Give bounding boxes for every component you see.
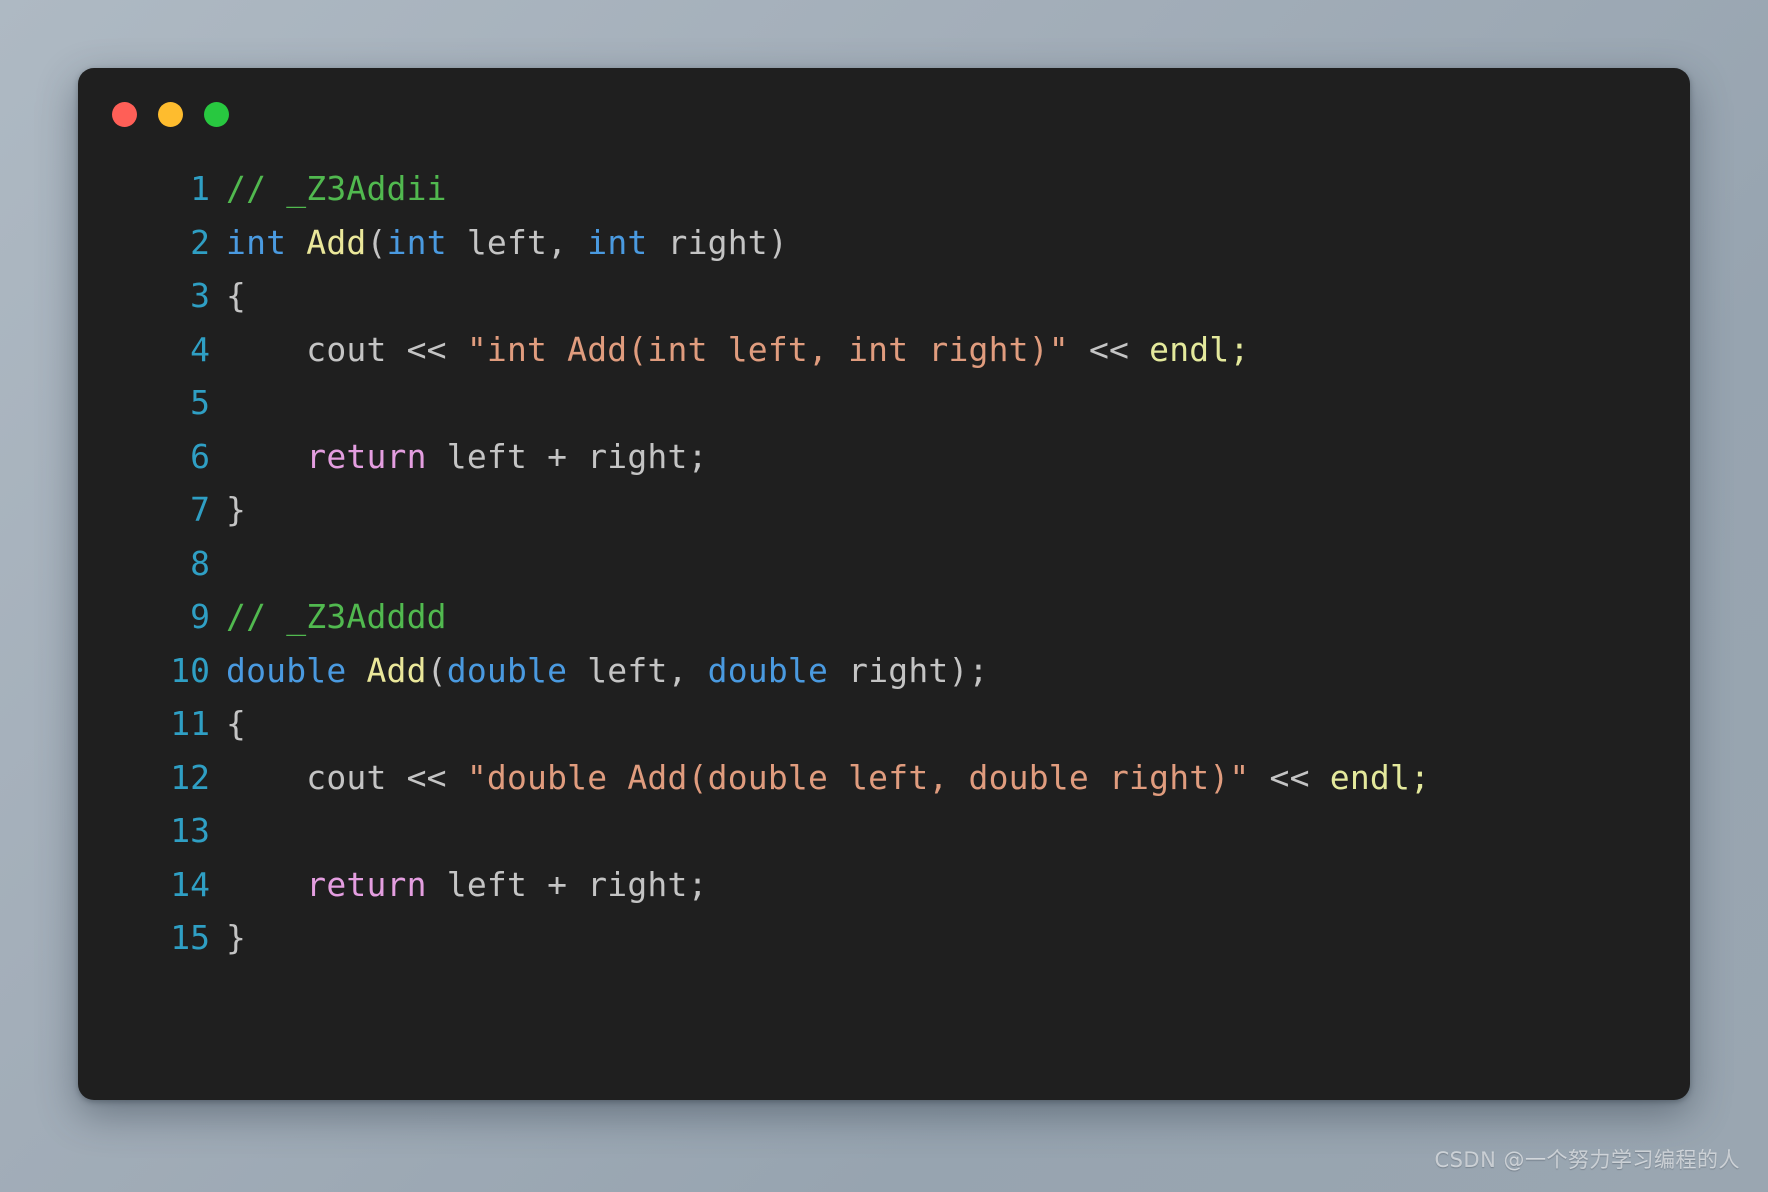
line-content: return left + right; xyxy=(226,858,708,912)
code-token: endl xyxy=(1329,757,1411,797)
code-line[interactable]: 3{ xyxy=(78,269,1690,323)
code-line[interactable]: 1 // _Z3Addii xyxy=(78,162,1690,216)
line-number: 14 xyxy=(170,864,210,904)
line-content: } xyxy=(226,911,246,965)
line-number: 12 xyxy=(170,757,210,797)
code-token: { xyxy=(226,704,247,743)
line-number: 10 xyxy=(170,650,210,690)
line-number: 1 xyxy=(190,169,210,208)
code-line[interactable]: 11 { xyxy=(78,697,1690,751)
line-number: 4 xyxy=(190,329,210,369)
code-token: ; xyxy=(1410,757,1431,797)
line-number: 6 xyxy=(190,436,210,476)
code-token: Add xyxy=(306,222,367,262)
code-token: "double Add(double left, double right)" xyxy=(466,757,1250,797)
code-line[interactable]: 5 xyxy=(78,376,1690,430)
code-token: << xyxy=(1088,329,1130,369)
code-window: 1// _Z3Addii 2 int Add(int left, int right… xyxy=(78,68,1690,1100)
code-token: return xyxy=(306,864,427,904)
code-token: double xyxy=(226,650,347,690)
code-line[interactable]: 13 xyxy=(78,804,1690,858)
code-line[interactable]: 2 int Add(int left, int right) xyxy=(78,216,1690,270)
code-token: { xyxy=(226,276,247,315)
code-token: double xyxy=(446,650,568,690)
code-token: // _Z3Addii xyxy=(226,169,447,208)
code-token: cout xyxy=(226,329,407,369)
line-content: cout << "double Add(double left, double … xyxy=(226,751,1430,805)
line-number: 9 xyxy=(190,597,210,636)
line-content: // _Z3Addii xyxy=(226,162,447,216)
line-content: } xyxy=(226,483,246,537)
code-token: left + right; xyxy=(426,864,708,904)
code-token: } xyxy=(226,918,247,957)
code-token: << xyxy=(406,329,447,369)
code-token: int xyxy=(587,222,648,262)
code-token: // _Z3Adddd xyxy=(226,597,447,636)
line-content: { xyxy=(226,269,246,323)
line-number: 8 xyxy=(190,543,210,583)
code-line[interactable]: 15} xyxy=(78,911,1690,965)
code-token: left, xyxy=(567,650,708,690)
code-editor[interactable]: 1// _Z3Addii 2 int Add(int left, int right… xyxy=(78,162,1690,965)
code-token: ( xyxy=(366,222,387,262)
line-number: 5 xyxy=(190,383,210,422)
code-token: << xyxy=(1269,757,1310,797)
code-token: left, xyxy=(446,222,588,262)
code-token: return xyxy=(306,436,427,476)
code-token: double xyxy=(707,650,829,690)
code-token: ( xyxy=(426,650,447,690)
code-token: endl xyxy=(1149,329,1230,369)
line-number: 3 xyxy=(190,276,210,315)
code-token: left + right; xyxy=(426,436,708,476)
code-token: cout xyxy=(226,757,407,797)
code-line[interactable]: 6 return left + right; xyxy=(78,430,1690,484)
watermark: CSDN @一个努力学习编程的人 xyxy=(1434,1148,1740,1172)
code-token: ; xyxy=(1229,329,1250,369)
line-content: // _Z3Adddd xyxy=(226,590,447,644)
line-content: { xyxy=(226,697,246,751)
page-root: 1// _Z3Addii 2 int Add(int left, int right… xyxy=(0,0,1768,1192)
line-number: 15 xyxy=(170,918,210,957)
line-number: 11 xyxy=(170,704,210,743)
maximize-window-icon[interactable] xyxy=(204,102,229,127)
line-content: cout << "int Add(int left, int right)" <… xyxy=(226,323,1250,377)
code-line[interactable]: 12 cout << "double Add(double left, doub… xyxy=(78,751,1690,805)
code-line[interactable]: 7} xyxy=(78,483,1690,537)
minimize-window-icon[interactable] xyxy=(158,102,183,127)
code-token: int xyxy=(226,222,287,262)
line-number: 2 xyxy=(190,222,210,262)
code-line[interactable]: 4 cout << "int Add(int left, int right)"… xyxy=(78,323,1690,377)
code-token: right); xyxy=(828,650,989,690)
code-token: "int Add(int left, int right)" xyxy=(466,329,1069,369)
close-window-icon[interactable] xyxy=(112,102,137,127)
line-number: 7 xyxy=(190,490,210,529)
code-token: Add xyxy=(366,650,427,690)
line-content: int Add(int left, int right) xyxy=(226,216,788,270)
code-token: << xyxy=(406,757,447,797)
line-content: return left + right; xyxy=(226,430,708,484)
code-line[interactable]: 14 return left + right; xyxy=(78,858,1690,912)
code-token: right) xyxy=(647,222,788,262)
code-token: int xyxy=(386,222,447,262)
code-line[interactable]: 8 xyxy=(78,537,1690,591)
code-line[interactable]: 10 double Add(double left, double right); xyxy=(78,644,1690,698)
window-titlebar xyxy=(112,102,229,127)
code-token: } xyxy=(226,490,247,529)
line-number: 13 xyxy=(170,811,210,850)
line-content: double Add(double left, double right); xyxy=(226,644,989,698)
code-line[interactable]: 9 // _Z3Adddd xyxy=(78,590,1690,644)
